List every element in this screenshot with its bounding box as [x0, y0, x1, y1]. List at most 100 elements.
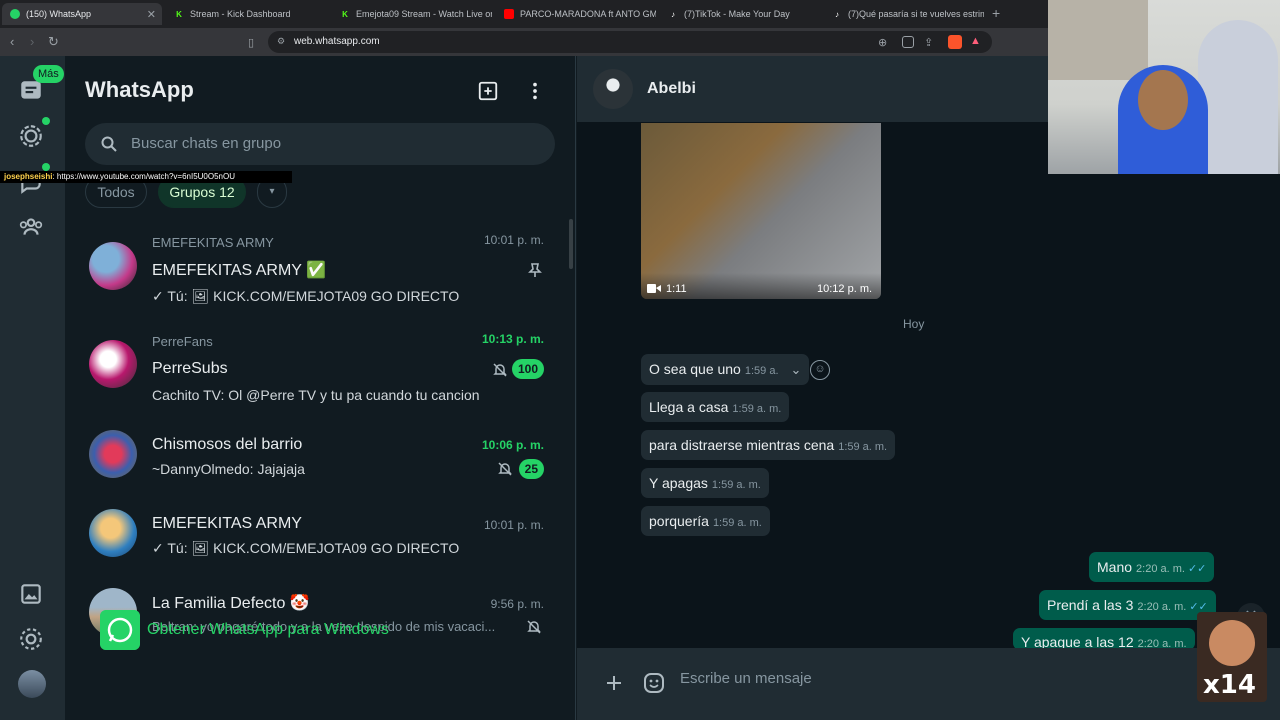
incoming-message[interactable]: Y apagas 1:59 a. m.: [641, 468, 769, 498]
settings-gear-icon[interactable]: [18, 626, 44, 652]
search-bar[interactable]: Buscar chats en grupo: [85, 123, 555, 165]
message-menu-chevron-icon[interactable]: ⌄: [791, 362, 802, 377]
react-emoji-icon[interactable]: ☺: [810, 360, 830, 380]
tab-youtube[interactable]: PARCO-MARADONA ft ANTO GM - Y: [496, 3, 656, 25]
compose-bar: Escribe un mensaje: [577, 648, 1280, 720]
tab-title: PARCO-MARADONA ft ANTO GM - Y: [520, 9, 656, 19]
tab-tiktok[interactable]: ♪ (7)TikTok - Make Your Day: [660, 3, 820, 25]
chat-row[interactable]: PerreFans PerreSubs Cachito TV: Ol @Perr…: [65, 326, 576, 420]
webcam-shelf: [1048, 0, 1148, 80]
webcam-overlay: [1048, 0, 1280, 174]
share-icon[interactable]: ⇪: [924, 36, 933, 49]
zoom-icon[interactable]: ⊕: [878, 36, 887, 49]
chat-group-label: PerreFans: [152, 334, 213, 349]
message-time: 1:59 a. m.: [711, 479, 761, 491]
chat-last-message: Cachito TV: Ol @Perre TV y tu pa cuando …: [152, 387, 480, 403]
chat-last-message: ✓ Tú: 🖼 KICK.COM/EMEJOTA09 GO DIRECTO: [152, 288, 460, 304]
muted-bell-icon: [527, 620, 541, 634]
sticker-emoji-icon[interactable]: [643, 672, 665, 694]
message-time: 1:59 a. m.: [712, 517, 762, 529]
tab-title: (150) WhatsApp: [26, 9, 92, 19]
webcam-person-head: [1138, 70, 1188, 130]
overlay-user: josephseishi: [4, 172, 53, 181]
incoming-message[interactable]: O sea que uno 1:59 a. ⌄: [641, 354, 810, 385]
video-message[interactable]: [641, 123, 881, 299]
url-text[interactable]: web.whatsapp.com: [294, 36, 380, 47]
cast-icon[interactable]: [902, 36, 914, 48]
muted-bell-icon: [498, 462, 512, 476]
chat-row[interactable]: Chismosos del barrio ~DannyOlmedo: Jajaj…: [65, 426, 576, 506]
tab-whatsapp[interactable]: (150) WhatsApp ✕: [2, 3, 162, 25]
laughing-face-icon: [1209, 620, 1255, 666]
outgoing-message[interactable]: Prendí a las 3 2:20 a. m. ✓✓: [1039, 590, 1216, 620]
video-watermark: [669, 123, 749, 135]
video-camera-icon: [647, 284, 661, 293]
incoming-message[interactable]: para distraerse mientras cena 1:59 a. m.: [641, 430, 896, 460]
tab-kick-stream[interactable]: K Emejota09 Stream - Watch Live on Ki: [332, 3, 492, 25]
whatsapp-favicon-icon: [10, 9, 20, 19]
bookmark-icon[interactable]: ▯: [248, 36, 254, 49]
chat-avatar: [89, 242, 137, 290]
incoming-message[interactable]: porquería 1:59 a. m.: [641, 506, 770, 536]
overlay-text: : https://www.youtube.com/watch?v=6nI5U0…: [52, 172, 236, 181]
search-placeholder[interactable]: Buscar chats en grupo: [131, 135, 281, 152]
message-time: 2:20 a. m.: [1136, 563, 1185, 575]
close-tab-icon[interactable]: ✕: [147, 8, 156, 21]
back-icon[interactable]: ‹: [10, 34, 14, 49]
message-time: 1:59 a.: [744, 365, 779, 377]
contact-avatar[interactable]: [593, 69, 633, 109]
whatsapp-logo-icon: [100, 610, 140, 650]
video-duration: 1:11: [666, 283, 687, 295]
kick-favicon-icon: K: [342, 9, 348, 19]
new-chat-icon[interactable]: [477, 80, 499, 102]
status-unread-dot: [42, 117, 50, 125]
media-gallery-icon[interactable]: [18, 581, 44, 607]
chat-group-label: EMEFEKITAS ARMY: [152, 235, 274, 250]
tab-title: Emejota09 Stream - Watch Live on Ki: [356, 9, 492, 19]
tab-kick-dashboard[interactable]: K Stream - Kick Dashboard: [166, 3, 328, 25]
chat-name: PerreSubs: [152, 360, 228, 377]
new-tab-icon[interactable]: +: [992, 5, 1000, 21]
channels-unread-dot: [42, 163, 50, 171]
tab-tiktok-2[interactable]: ♪ (7)Qué pasaría si te vuelves estrime: [824, 3, 984, 25]
chat-row[interactable]: EMEFEKITAS ARMY EMEFEKITAS ARMY ✅ ✓ Tú: …: [65, 226, 576, 320]
get-windows-banner[interactable]: Obtener WhatsApp para Windows: [100, 610, 420, 652]
incoming-message[interactable]: Llega a casa 1:59 a. m.: [641, 392, 790, 422]
tiktok-favicon-icon: ♪: [671, 9, 675, 19]
message-text: Prendí a las 3: [1047, 597, 1134, 613]
chat-avatar: [89, 340, 137, 388]
tiktok-favicon-icon: ♪: [835, 9, 839, 19]
message-text: para distraerse mientras cena: [649, 437, 835, 453]
menu-kebab-icon[interactable]: [527, 80, 543, 102]
message-text: O sea que uno: [649, 361, 741, 377]
brave-shield-icon[interactable]: [948, 35, 962, 49]
chat-name: Chismosos del barrio: [152, 436, 303, 453]
attach-plus-icon[interactable]: [605, 674, 623, 692]
communities-icon[interactable]: [18, 214, 44, 240]
unread-count-badge: 100: [511, 359, 544, 379]
forward-icon[interactable]: ›: [30, 34, 34, 49]
chat-time: 9:56 p. m.: [490, 597, 544, 611]
contact-name[interactable]: Abelbi: [647, 80, 696, 98]
chat-name: EMEFEKITAS ARMY ✅: [152, 262, 327, 279]
reaction-overlay: x14: [1197, 612, 1267, 702]
status-icon[interactable]: [18, 123, 44, 149]
chat-last-message: ✓ Tú: 🖼 KICK.COM/EMEJOTA09 GO DIRECTO: [152, 540, 460, 556]
app-title: WhatsApp: [85, 77, 194, 102]
kick-favicon-icon: K: [176, 9, 182, 19]
message-text: porquería: [649, 513, 709, 529]
brave-rewards-icon[interactable]: ▲: [970, 35, 981, 47]
message-input[interactable]: Escribe un mensaje: [680, 670, 812, 687]
chat-time: 10:06 p. m.: [481, 438, 544, 452]
site-info-icon[interactable]: ⚙: [277, 36, 285, 47]
reload-icon[interactable]: ↻: [48, 34, 59, 50]
outgoing-message[interactable]: Mano 2:20 a. m. ✓✓: [1089, 552, 1215, 582]
youtube-favicon-icon: [504, 9, 514, 19]
get-windows-text[interactable]: Obtener WhatsApp para Windows: [147, 621, 389, 639]
chat-last-message: ~DannyOlmedo: Jajajaja: [152, 461, 305, 477]
profile-avatar[interactable]: [18, 670, 46, 698]
chat-row[interactable]: EMEFEKITAS ARMY ✓ Tú: 🖼 KICK.COM/EMEJOTA…: [65, 506, 576, 586]
message-time: 2:20 a. m.: [1137, 601, 1187, 613]
outgoing-message[interactable]: Y apague a las 12 2:20 a. m.: [1013, 628, 1195, 650]
chat-time: 10:01 p. m.: [483, 518, 544, 532]
